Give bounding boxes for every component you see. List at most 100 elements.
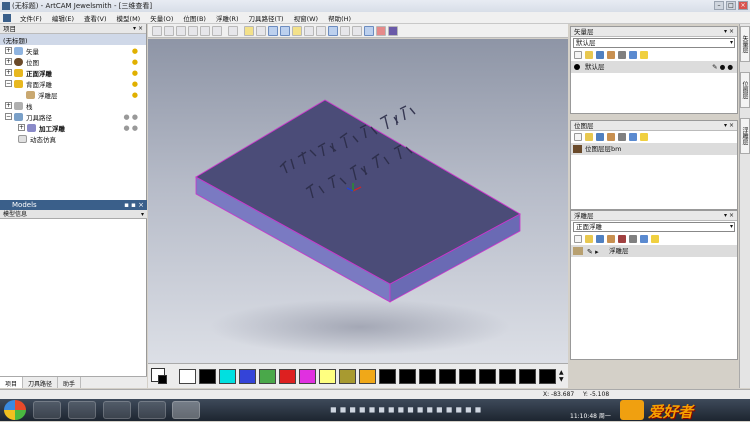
bitmap-layer-row[interactable]: 位图层层bm	[571, 143, 737, 155]
shield-icon[interactable]	[629, 133, 637, 141]
grid-icon[interactable]	[280, 25, 290, 36]
tree-root[interactable]: (无标题)	[0, 34, 146, 45]
material-icon[interactable]	[256, 25, 266, 36]
menu-vector[interactable]: 矢量(O)	[145, 13, 178, 23]
menu-edit[interactable]: 编辑(E)	[47, 13, 79, 23]
layer-props-icon[interactable]	[629, 235, 637, 243]
color-swatch-black[interactable]	[519, 369, 536, 384]
swap-color-icon[interactable]	[158, 375, 167, 384]
save-layer-icon[interactable]	[596, 133, 604, 141]
tree-item-stack[interactable]: + 栈	[0, 100, 146, 111]
toolpath-view-icon[interactable]	[340, 25, 350, 36]
vector-layer-row[interactable]: 默认层 ✎ ● ●	[571, 61, 737, 73]
new-layer-icon[interactable]	[574, 51, 582, 59]
color-swatch-magenta[interactable]	[299, 369, 316, 384]
system-tray-icons[interactable]: ◼◼◼◼◼◼◼◼◼◼◼◼◼◼◼◼	[330, 405, 484, 414]
collapse-icon[interactable]: −	[5, 80, 12, 87]
3d-viewport[interactable]	[148, 39, 568, 363]
taskbar-app-1-icon[interactable]	[33, 401, 61, 419]
save-layer-icon[interactable]	[596, 235, 604, 243]
wireframe-icon[interactable]	[352, 25, 362, 36]
menu-file[interactable]: 文件(F)	[15, 13, 47, 23]
side-tab-relief-layers[interactable]: 浮雕层	[740, 118, 750, 154]
open-layer-icon[interactable]	[585, 51, 593, 59]
tree-item-bitmaps[interactable]: + 位图 ●	[0, 56, 146, 67]
color-swatch-black[interactable]	[539, 369, 556, 384]
tab-project[interactable]: 项目	[0, 377, 24, 388]
visibility-bulb-icon[interactable]: ● ●	[124, 113, 138, 121]
side-tab-vector-layers[interactable]: 矢量层	[740, 26, 750, 62]
light-icon[interactable]	[651, 235, 659, 243]
expand-icon[interactable]: +	[5, 69, 12, 76]
layer-state-icons[interactable]: ✎ ● ●	[712, 61, 733, 73]
light-icon[interactable]	[640, 133, 648, 141]
tree-item-vectors[interactable]: + 矢量 ●	[0, 45, 146, 56]
new-layer-icon[interactable]	[574, 133, 582, 141]
relief-select[interactable]: 正面浮雕 ▾	[573, 222, 735, 232]
menu-help[interactable]: 帮助(H)	[323, 13, 356, 23]
color-swatch-olive[interactable]	[339, 369, 356, 384]
menu-window[interactable]: 视窗(W)	[289, 13, 324, 23]
merge-layer-icon[interactable]	[607, 133, 615, 141]
color-swatch-white[interactable]	[179, 369, 196, 384]
color-swatch-blue[interactable]	[239, 369, 256, 384]
tree-item-front-relief[interactable]: + 正面浮雕 ●	[0, 67, 146, 78]
panel-controls-icon[interactable]: ▾ ×	[724, 211, 734, 221]
taskbar-explorer-icon[interactable]	[103, 401, 131, 419]
visibility-bulb-icon[interactable]: ● ●	[124, 124, 138, 132]
color-swatch-black[interactable]	[499, 369, 516, 384]
save-layer-icon[interactable]	[596, 51, 604, 59]
panel-controls-icon[interactable]: ▾ ×	[724, 121, 734, 131]
color-swatch-green[interactable]	[259, 369, 276, 384]
layer-props-icon[interactable]	[618, 51, 626, 59]
light-icon[interactable]	[640, 51, 648, 59]
view-side-icon[interactable]	[188, 25, 198, 36]
layer-props-icon[interactable]	[618, 133, 626, 141]
new-layer-icon[interactable]	[574, 235, 582, 243]
view-iso-icon[interactable]	[152, 25, 162, 36]
relief-mode-icon[interactable]: ✎ ▸	[587, 246, 599, 258]
color-swatch-orange[interactable]	[359, 369, 376, 384]
menu-relief[interactable]: 浮雕(R)	[211, 13, 244, 23]
menu-bitmap[interactable]: 位图(B)	[178, 13, 211, 23]
color-swatch-black[interactable]	[199, 369, 216, 384]
taskbar-app-2-icon[interactable]	[68, 401, 96, 419]
menu-view[interactable]: 查看(V)	[79, 13, 112, 23]
start-button-icon[interactable]	[4, 400, 26, 420]
color-swatch-black[interactable]	[399, 369, 416, 384]
visibility-bulb-icon[interactable]: ●	[132, 91, 138, 99]
color-swatch-cyan[interactable]	[219, 369, 236, 384]
expand-icon[interactable]: +	[5, 47, 12, 54]
relief-view-icon[interactable]	[328, 25, 338, 36]
maximize-button[interactable]: □	[726, 1, 736, 10]
taskbar-browser-icon[interactable]	[138, 401, 166, 419]
plane-icon[interactable]	[388, 25, 398, 36]
expand-icon[interactable]: +	[5, 102, 12, 109]
axes-icon[interactable]	[268, 25, 278, 36]
color-swatch-black[interactable]	[439, 369, 456, 384]
side-tab-bitmap-layers[interactable]: 位图层	[740, 72, 750, 108]
open-layer-icon[interactable]	[585, 133, 593, 141]
relief-layer-row[interactable]: ✎ ▸ 浮雕层	[571, 245, 737, 257]
paint-icon[interactable]	[376, 25, 386, 36]
relief-op-icon[interactable]	[618, 235, 626, 243]
tree-item-back-relief[interactable]: − 背面浮雕 ●	[0, 78, 146, 89]
menu-model[interactable]: 模型(M)	[112, 13, 146, 23]
vector-layer-select[interactable]: 默认层 ▾	[573, 38, 735, 48]
expand-icon[interactable]: +	[18, 124, 25, 131]
merge-layer-icon[interactable]	[607, 51, 615, 59]
tab-toolpaths[interactable]: 刀具路径	[23, 377, 59, 388]
color-swatch-black[interactable]	[419, 369, 436, 384]
visibility-bulb-icon[interactable]: ●	[132, 47, 138, 55]
color-swatch-red[interactable]	[279, 369, 296, 384]
tree-item-relief-layer[interactable]: 浮雕层 ●	[0, 89, 146, 100]
tree-item-simulation[interactable]: 动态仿真	[0, 133, 146, 144]
collapse-icon[interactable]: −	[5, 113, 12, 120]
visibility-bulb-icon[interactable]: ●	[132, 69, 138, 77]
visibility-bulb-icon[interactable]: ●	[132, 58, 138, 66]
panel-controls-icon[interactable]: ▾ ×	[724, 27, 734, 37]
color-swatch-light-yellow[interactable]	[319, 369, 336, 384]
visibility-bulb-icon[interactable]: ●	[132, 80, 138, 88]
tree-item-machine-relief[interactable]: + 加工浮雕 ● ●	[0, 122, 146, 133]
color-swatch-black[interactable]	[379, 369, 396, 384]
